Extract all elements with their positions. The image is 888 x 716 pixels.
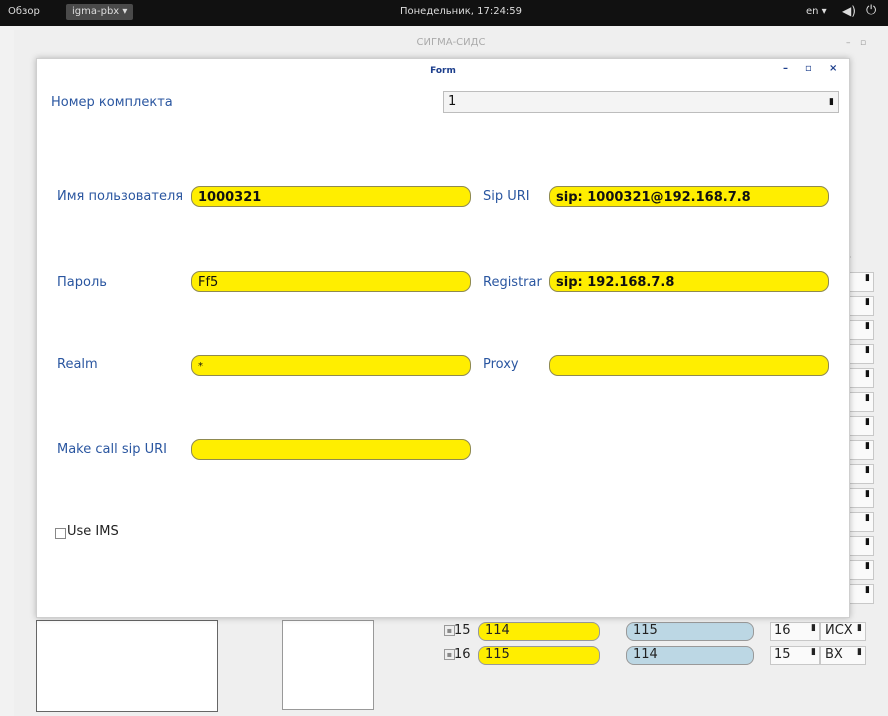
list-panel[interactable]	[36, 620, 218, 712]
kit-number-select[interactable]: 1 ▮	[443, 91, 839, 113]
dropdown-icon: ▮	[865, 369, 870, 379]
list-panel[interactable]	[282, 620, 374, 710]
number-field[interactable]: 115	[626, 622, 754, 641]
power-icon[interactable]: ⏻	[866, 3, 876, 18]
registrar-field[interactable]: sip: 192.168.7.8	[549, 271, 829, 292]
dropdown-icon: ▮	[865, 393, 870, 403]
sip-uri-label: Sip URI	[483, 189, 530, 204]
port-select[interactable]: 16 ▮	[770, 622, 820, 641]
dropdown-icon: ▮	[865, 417, 870, 427]
minimize-button[interactable]: –	[783, 63, 788, 74]
kit-number-value: 1	[448, 94, 457, 109]
dropdown-icon: ▮	[865, 321, 870, 331]
password-field[interactable]: Ff5	[191, 271, 471, 292]
dialog-title: Form	[430, 66, 456, 76]
username-label: Имя пользователя	[57, 189, 184, 204]
row-number: 16	[454, 647, 471, 662]
app-menu[interactable]: igma-pbx ▾	[66, 4, 134, 20]
activities-button[interactable]: Обзор	[8, 6, 40, 17]
dropdown-icon: ▮	[865, 585, 870, 595]
kit-number-label: Номер комплекта	[51, 95, 173, 110]
dropdown-icon: ▮	[865, 489, 870, 499]
top-bar: Обзор igma-pbx ▾ Понедельник, 17:24:59 e…	[0, 0, 888, 26]
realm-field[interactable]: *	[191, 355, 471, 376]
dropdown-icon: ▮	[811, 623, 816, 633]
clock[interactable]: Понедельник, 17:24:59	[400, 6, 522, 17]
dropdown-icon: ▮	[865, 513, 870, 523]
number-field[interactable]: 115	[478, 646, 600, 665]
port-select[interactable]: 15 ▮	[770, 646, 820, 665]
dropdown-icon: ▮	[857, 647, 862, 657]
proxy-label: Proxy	[483, 357, 519, 372]
number-field[interactable]: 114	[478, 622, 600, 641]
use-ims-label: Use IMS	[67, 524, 119, 539]
form-dialog: Form – ▫ × Номер комплекта 1 ▮ Имя польз…	[36, 58, 850, 618]
username-field[interactable]: 1000321	[191, 186, 471, 207]
dropdown-icon: ▮	[811, 647, 816, 657]
dropdown-icon: ▮	[865, 441, 870, 451]
close-button[interactable]: ×	[829, 63, 837, 74]
dropdown-icon: ▮	[865, 537, 870, 547]
dropdown-icon: ▮	[865, 465, 870, 475]
make-call-uri-label: Make call sip URI	[57, 442, 167, 457]
use-ims-checkbox[interactable]	[55, 528, 66, 539]
dropdown-icon: ▮	[865, 345, 870, 355]
volume-icon[interactable]: ◀)	[842, 4, 856, 18]
sip-uri-field[interactable]: sip: 1000321@192.168.7.8	[549, 186, 829, 207]
maximize-button[interactable]: ▫	[860, 38, 866, 48]
registrar-label: Registrar	[483, 275, 542, 290]
password-label: Пароль	[57, 275, 107, 290]
proxy-field[interactable]	[549, 355, 829, 376]
row-number: 15	[454, 623, 471, 638]
dropdown-icon: ▮	[857, 623, 862, 633]
direction-select[interactable]: ВХ ▮	[820, 646, 866, 665]
maximize-button[interactable]: ▫	[805, 63, 812, 74]
dropdown-icon: ▮	[829, 97, 834, 107]
dropdown-icon: ▮	[865, 561, 870, 571]
dropdown-icon: ▮	[865, 273, 870, 283]
language-selector[interactable]: en ▾	[806, 6, 827, 17]
dropdown-icon: ▮	[865, 297, 870, 307]
number-field[interactable]: 114	[626, 646, 754, 665]
direction-select[interactable]: ИСХ ▮	[820, 622, 866, 641]
background-window-title: СИГМА-СИДС	[416, 37, 486, 48]
make-call-uri-field[interactable]	[191, 439, 471, 460]
minimize-button[interactable]: –	[846, 38, 851, 48]
realm-label: Realm	[57, 357, 98, 372]
